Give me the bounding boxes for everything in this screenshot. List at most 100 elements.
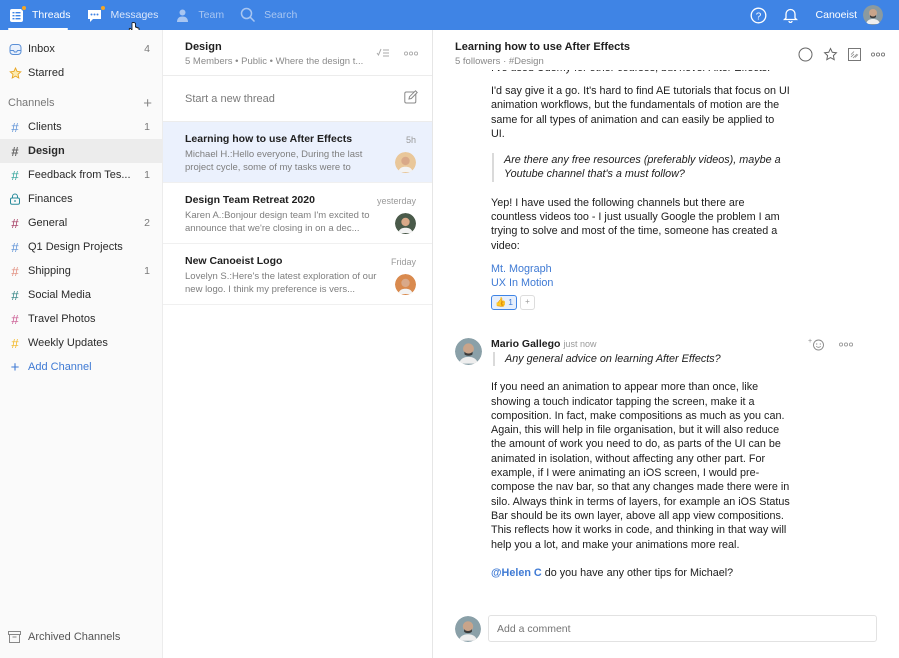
nav-search[interactable]: Search [232, 0, 305, 30]
user-name[interactable]: Canoeist [816, 9, 857, 21]
sidebar-item-channel[interactable]: # Travel Photos [0, 307, 162, 331]
nav-search-label: Search [264, 9, 298, 21]
sidebar-item-label: Social Media [28, 289, 91, 301]
sidebar-item-label: Q1 Design Projects [28, 241, 123, 253]
message-paragraph: If you need an animation to appear more … [491, 381, 790, 551]
thread-notes-icon[interactable] [848, 48, 861, 61]
sidebar-item-channel[interactable]: # Shipping 1 [0, 259, 162, 283]
unread-badge [99, 5, 106, 11]
nav-threads[interactable]: Threads [0, 0, 79, 30]
svg-text:+: + [808, 338, 812, 345]
thread-header: Learning how to use After Effects 5 foll… [433, 30, 899, 70]
unread-badge [21, 5, 27, 11]
new-thread-placeholder: Start a new thread [185, 92, 275, 105]
hash-icon: # [11, 143, 19, 159]
channels-section-header: Channels + [0, 91, 162, 115]
sidebar-item-channel[interactable]: # Design [0, 139, 162, 163]
channel-link[interactable]: #Design [509, 56, 544, 67]
filter-checklist-icon[interactable] [376, 48, 390, 61]
unread-count: 4 [144, 43, 150, 55]
unread-count: 1 [144, 265, 150, 277]
sidebar-item-channel[interactable]: # Feedback from Tes... 1 [0, 163, 162, 187]
archived-channels-button[interactable]: Archived Channels [0, 626, 162, 648]
more-options-icon[interactable] [871, 52, 885, 57]
sidebar-item-label: Shipping [28, 265, 71, 277]
new-thread-input[interactable]: Start a new thread [163, 76, 432, 122]
reaction-count: 1 [508, 296, 513, 307]
thread-author-avatar [395, 274, 416, 295]
nav-team-label: Team [198, 9, 225, 21]
hash-icon: # [11, 215, 19, 231]
team-icon [174, 7, 190, 23]
previous-message-body: I'd say give it a go. It's hard to find … [491, 84, 791, 310]
comment-composer [433, 606, 899, 658]
mention-link[interactable]: @Helen C [491, 567, 542, 579]
sidebar-item-label: Weekly Updates [28, 337, 108, 349]
thread-detail-panel: Learning how to use After Effects 5 foll… [433, 30, 899, 658]
star-icon[interactable] [823, 47, 838, 62]
add-reaction-button[interactable]: + [519, 294, 535, 310]
sidebar-item-channel[interactable]: # General 2 [0, 211, 162, 235]
thumbs-up-reaction[interactable]: 👍 1 [491, 294, 517, 310]
thread-list-item[interactable]: Learning how to use After Effects 5h Micha… [163, 122, 432, 183]
nav-threads-label: Threads [32, 9, 71, 21]
sidebar-item-channel[interactable]: # Q1 Design Projects [0, 235, 162, 259]
sidebar-item-label: Clients [28, 121, 62, 133]
sidebar-item-channel[interactable]: # Weekly Updates [0, 331, 162, 355]
message-timestamp: just now [563, 339, 597, 349]
message-quote: Are there any free resources (preferably… [492, 153, 791, 182]
thread-item-snippet: Michael H.:Hello everyone, During the la… [185, 149, 363, 173]
thumbs-up-icon: 👍 [495, 296, 507, 307]
mark-done-circle-icon[interactable] [798, 47, 813, 62]
sidebar-item-channel[interactable]: # Social Media [0, 283, 162, 307]
hash-icon: # [11, 119, 19, 135]
nav-messages[interactable]: Messages [79, 0, 167, 30]
threads-icon [8, 5, 27, 23]
more-options-icon[interactable] [403, 48, 419, 59]
inbox-icon [8, 43, 22, 56]
sidebar-item-label: Inbox [28, 43, 55, 55]
link-mt-mograph[interactable]: Mt. Mograph [491, 262, 791, 276]
sidebar-item-label: Feedback from Tes... [28, 169, 131, 181]
link-ux-in-motion[interactable]: UX In Motion [491, 276, 791, 290]
sidebar-item-inbox[interactable]: Inbox 4 [0, 37, 162, 61]
thread-item-time: Friday [390, 257, 416, 267]
hash-icon: # [11, 263, 19, 279]
followers-count[interactable]: 5 followers [455, 56, 500, 67]
add-comment-input[interactable] [488, 615, 877, 642]
archive-box-icon [8, 631, 21, 643]
thread-list-item[interactable]: New Canoeist Logo Friday Lovelyn S.:Here's… [163, 244, 432, 305]
channel-header: Design 5 Members • Public • Where the de… [163, 30, 432, 76]
notifications-bell-icon[interactable] [782, 6, 800, 24]
sidebar: Inbox 4 Starred Channels + # Clients 1 # Des… [0, 30, 163, 658]
user-avatar[interactable] [863, 5, 883, 25]
unread-count: 1 [144, 169, 150, 181]
message-paragraph: I'd say give it a go. It's hard to find … [491, 85, 790, 140]
sidebar-item-channel[interactable]: # Clients 1 [0, 115, 162, 139]
message-more-options-icon[interactable] [839, 341, 853, 347]
help-icon[interactable]: ? [750, 6, 768, 24]
nav-team[interactable]: Team [166, 0, 232, 30]
nav-messages-label: Messages [110, 9, 159, 21]
thread-item-time: yesterday [376, 196, 416, 206]
thread-author-avatar [395, 213, 416, 234]
add-channel-button[interactable]: + Add Channel [0, 355, 162, 379]
messages-icon [87, 5, 106, 23]
message-quote: Any general advice on learning After Eff… [493, 352, 791, 367]
sidebar-item-starred[interactable]: Starred [0, 61, 162, 85]
thread-list-item[interactable]: Design Team Retreat 2020 yesterday Karen A… [163, 183, 432, 244]
add-emoji-reaction-icon[interactable]: + [808, 337, 825, 351]
sidebar-item-channel[interactable]: Finances [0, 187, 162, 211]
add-channel-plus-icon[interactable]: + [143, 95, 152, 112]
author-avatar[interactable] [455, 338, 482, 365]
author-name[interactable]: Mario Gallego [491, 338, 560, 350]
compose-edit-icon[interactable] [404, 90, 418, 107]
sidebar-item-label: Finances [28, 193, 73, 205]
thread-item-time: 5h [405, 135, 416, 145]
svg-text:?: ? [756, 11, 762, 22]
thread-item-snippet: Karen A.:Bonjour design team I'm excited… [185, 210, 370, 234]
message-paragraph: Yep! I have used the following channels … [491, 196, 780, 252]
hash-icon: # [11, 239, 19, 255]
lock-icon [8, 193, 22, 205]
sidebar-item-label: Design [28, 145, 65, 157]
